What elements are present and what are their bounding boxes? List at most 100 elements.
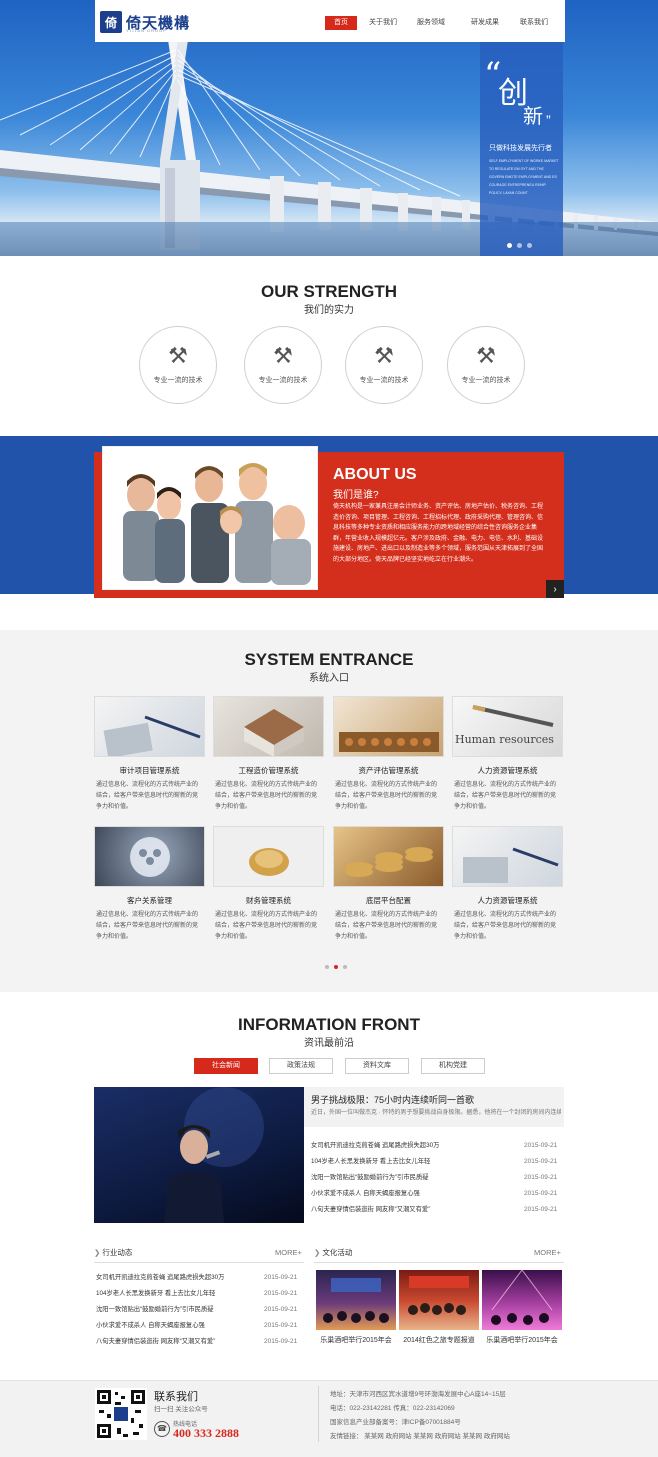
system-page-dot-1[interactable]: [325, 965, 329, 969]
contact-scan-text: 扫一扫 关注公众号: [154, 1406, 208, 1413]
system-subtitle: 系统入口: [309, 673, 349, 684]
industry-more-link[interactable]: MORE+: [275, 1243, 302, 1263]
culture-caption-3[interactable]: 乐巢酒吧举行2015年会: [482, 1335, 562, 1345]
culture-header: ❯ 文化活动: [314, 1243, 564, 1263]
system-item-name: 底层平台配置: [366, 896, 411, 905]
slogan-english: SELF EMPLOYMENT OF WORKE MARKET TO REGUL…: [489, 159, 559, 195]
strength-item-label: 专业一流的技术: [153, 377, 203, 384]
strength-item-4[interactable]: ⚒ 专业一流的技术: [447, 326, 525, 404]
industry-item-1[interactable]: 女司机开凯迪拉克煎苍蝇 追尾路虎损失超30万: [96, 1271, 224, 1285]
system-item-hr-2[interactable]: 人力资源管理系统 通过信息化、流程化的方式传统产业的结合，给客户带来信息时代的崭…: [452, 826, 563, 943]
chevron-right-icon: ›: [553, 583, 557, 595]
strength-item-label: 专业一流的技术: [461, 377, 511, 384]
house-model-image: [244, 709, 304, 756]
system-item-hr[interactable]: Human resources 人力资源管理系统 通过信息化、流程化的方式传统产…: [452, 696, 563, 813]
news-item-4[interactable]: 小伙求爱不成杀人 自称天蝎座报复心强: [311, 1187, 420, 1201]
people-network-image: [130, 837, 170, 877]
footer-divider: [318, 1386, 319, 1442]
gold-coin-image: [249, 848, 289, 876]
featured-news-image[interactable]: [94, 1087, 304, 1223]
system-page-dot-3[interactable]: [343, 965, 347, 969]
qr-code: [95, 1388, 147, 1440]
tools-icon: ⚒: [168, 343, 188, 368]
nav-services[interactable]: 服务领域: [413, 16, 449, 30]
nav-research[interactable]: 研发成果: [467, 16, 503, 30]
slider-dot-3[interactable]: [527, 243, 532, 248]
system-item-name: 资产评估管理系统: [358, 766, 419, 775]
news-item-5[interactable]: 八旬夫妻穿情侣装逛街 网友称“又潮又有爱”: [311, 1203, 430, 1217]
strength-item-label: 专业一流的技术: [258, 377, 308, 384]
culture-photo-1[interactable]: [316, 1270, 396, 1330]
news-item-1[interactable]: 女司机开凯迪拉克煎苍蝇 追尾路虎损失超30万: [311, 1139, 439, 1153]
industry-date: 2015-09-21: [264, 1338, 298, 1345]
culture-caption-2[interactable]: 2014红色之旅专题报道: [399, 1335, 479, 1345]
system-thumbnail: Human resources: [452, 696, 563, 757]
strength-subtitle: 我们的实力: [304, 305, 354, 316]
system-item-name: 人力资源管理系统: [477, 766, 538, 775]
industry-item-3[interactable]: 沈阳一致馆贴出“鼓励婚前行为”引市民质疑: [96, 1303, 214, 1317]
system-item-name: 审计项目管理系统: [119, 766, 180, 775]
system-thumbnail: [213, 696, 324, 757]
pen-paper-image: [472, 705, 554, 727]
culture-more-link[interactable]: MORE+: [534, 1243, 561, 1263]
system-item-desc: 通过信息化、流程化的方式传统产业的结合，给客户带来信息时代的崭新的竞争力和价值。: [335, 912, 438, 940]
system-thumbnail: [94, 696, 205, 757]
system-item-crm[interactable]: 客户关系管理 通过信息化、流程化的方式传统产业的结合，给客户带来信息时代的崭新的…: [94, 826, 205, 943]
industry-item-5[interactable]: 八旬夫妻穿情侣装逛街 网友称“又潮又有爱”: [96, 1335, 215, 1349]
strength-item-1[interactable]: ⚒ 专业一流的技术: [139, 326, 217, 404]
singer-on-stage-image: [164, 1087, 264, 1223]
site-logo[interactable]: 倚 倚天機構 YITIAN GROUP: [100, 8, 200, 36]
industry-date: 2015-09-21: [264, 1290, 298, 1297]
news-item-2[interactable]: 104岁老人长黑发换新牙 看上去比女儿年轻: [311, 1155, 430, 1169]
about-more-button[interactable]: ›: [546, 580, 564, 598]
qr-code-icon: [95, 1388, 147, 1440]
culture-caption-1[interactable]: 乐巢酒吧举行2015年会: [316, 1335, 396, 1345]
culture-photo-2[interactable]: [399, 1270, 479, 1330]
industry-item-2[interactable]: 104岁老人长黑发换新牙 看上去比女儿年轻: [96, 1287, 215, 1301]
industry-news-header: ❯ 行业动态: [94, 1243, 304, 1263]
system-thumbnail: [333, 826, 444, 887]
footer-links[interactable]: 友情链接： 某某网 政府网站 某某网 政府网站 某某网 政府网站: [330, 1430, 510, 1440]
featured-news-desc: 近日，外国一位叫做杰克 · 怀特的男子想要挑战自身极限。据悉，他将在一个封闭的房…: [311, 1110, 561, 1116]
strength-item-2[interactable]: ⚒ 专业一流的技术: [244, 326, 322, 404]
tab-social-news[interactable]: 社会新闻: [194, 1058, 258, 1074]
slider-dot-2[interactable]: [517, 243, 522, 248]
tab-library[interactable]: 资料文库: [345, 1058, 409, 1074]
system-item-cost[interactable]: 工程造价管理系统 通过信息化、流程化的方式传统产业的结合，给客户带来信息时代的崭…: [213, 696, 324, 813]
system-thumbnail: [333, 696, 444, 757]
hotline-number[interactable]: 400 333 2888: [173, 1426, 239, 1441]
culture-photo-3[interactable]: [482, 1270, 562, 1330]
info-subtitle: 资讯最前沿: [304, 1038, 354, 1049]
system-item-audit[interactable]: 审计项目管理系统 通过信息化、流程化的方式传统产业的结合，给客户带来信息时代的崭…: [94, 696, 205, 813]
news-date: 2015-09-21: [524, 1158, 558, 1165]
system-thumbnail: [213, 826, 324, 887]
phone-icon: ☎: [154, 1421, 170, 1437]
nav-about[interactable]: 关于我们: [365, 16, 401, 30]
news-date: 2015-09-21: [524, 1190, 558, 1197]
contact-title: 联系我们: [154, 1391, 198, 1403]
tab-party[interactable]: 机构党建: [421, 1058, 485, 1074]
about-title: ABOUT US: [333, 466, 417, 483]
system-page-dot-2[interactable]: [334, 965, 338, 969]
system-item-name: 客户关系管理: [127, 896, 172, 905]
tab-policy[interactable]: 政策法规: [269, 1058, 333, 1074]
tools-icon: ⚒: [374, 343, 394, 368]
stage-concert-image: [491, 1270, 553, 1325]
strength-title: OUR STRENGTH: [261, 282, 397, 301]
news-item-3[interactable]: 沈阳一致馆贴出“鼓励婚前行为”引市民质疑: [311, 1171, 429, 1185]
system-item-desc: 通过信息化、流程化的方式传统产业的结合，给客户带来信息时代的崭新的竞争力和价值。: [96, 912, 199, 940]
featured-news-title[interactable]: 男子挑战极限：75小时内连续听同一首歌: [311, 1093, 474, 1106]
calculator-pen-image: [463, 847, 559, 883]
system-item-platform[interactable]: 底层平台配置 通过信息化、流程化的方式传统产业的结合，给客户带来信息时代的崭新的…: [333, 826, 444, 943]
team-photo-illustration: [103, 447, 317, 589]
industry-item-4[interactable]: 小伙求爱不成杀人 自称天蝎座报复心强: [96, 1319, 205, 1333]
slider-dot-1[interactable]: [507, 243, 512, 248]
nav-home[interactable]: 首页: [325, 16, 357, 30]
system-item-asset[interactable]: 资产评估管理系统 通过信息化、流程化的方式传统产业的结合，给客户带来信息时代的崭…: [333, 696, 444, 813]
logo-mark: 倚: [100, 11, 122, 33]
group-photo-image: [408, 1276, 469, 1315]
strength-item-3[interactable]: ⚒ 专业一流的技术: [345, 326, 423, 404]
system-item-finance[interactable]: 财务管理系统 通过信息化、流程化的方式传统产业的结合，给客户带来信息时代的崭新的…: [213, 826, 324, 943]
industry-date: 2015-09-21: [264, 1306, 298, 1313]
nav-contact[interactable]: 联系我们: [516, 16, 552, 30]
